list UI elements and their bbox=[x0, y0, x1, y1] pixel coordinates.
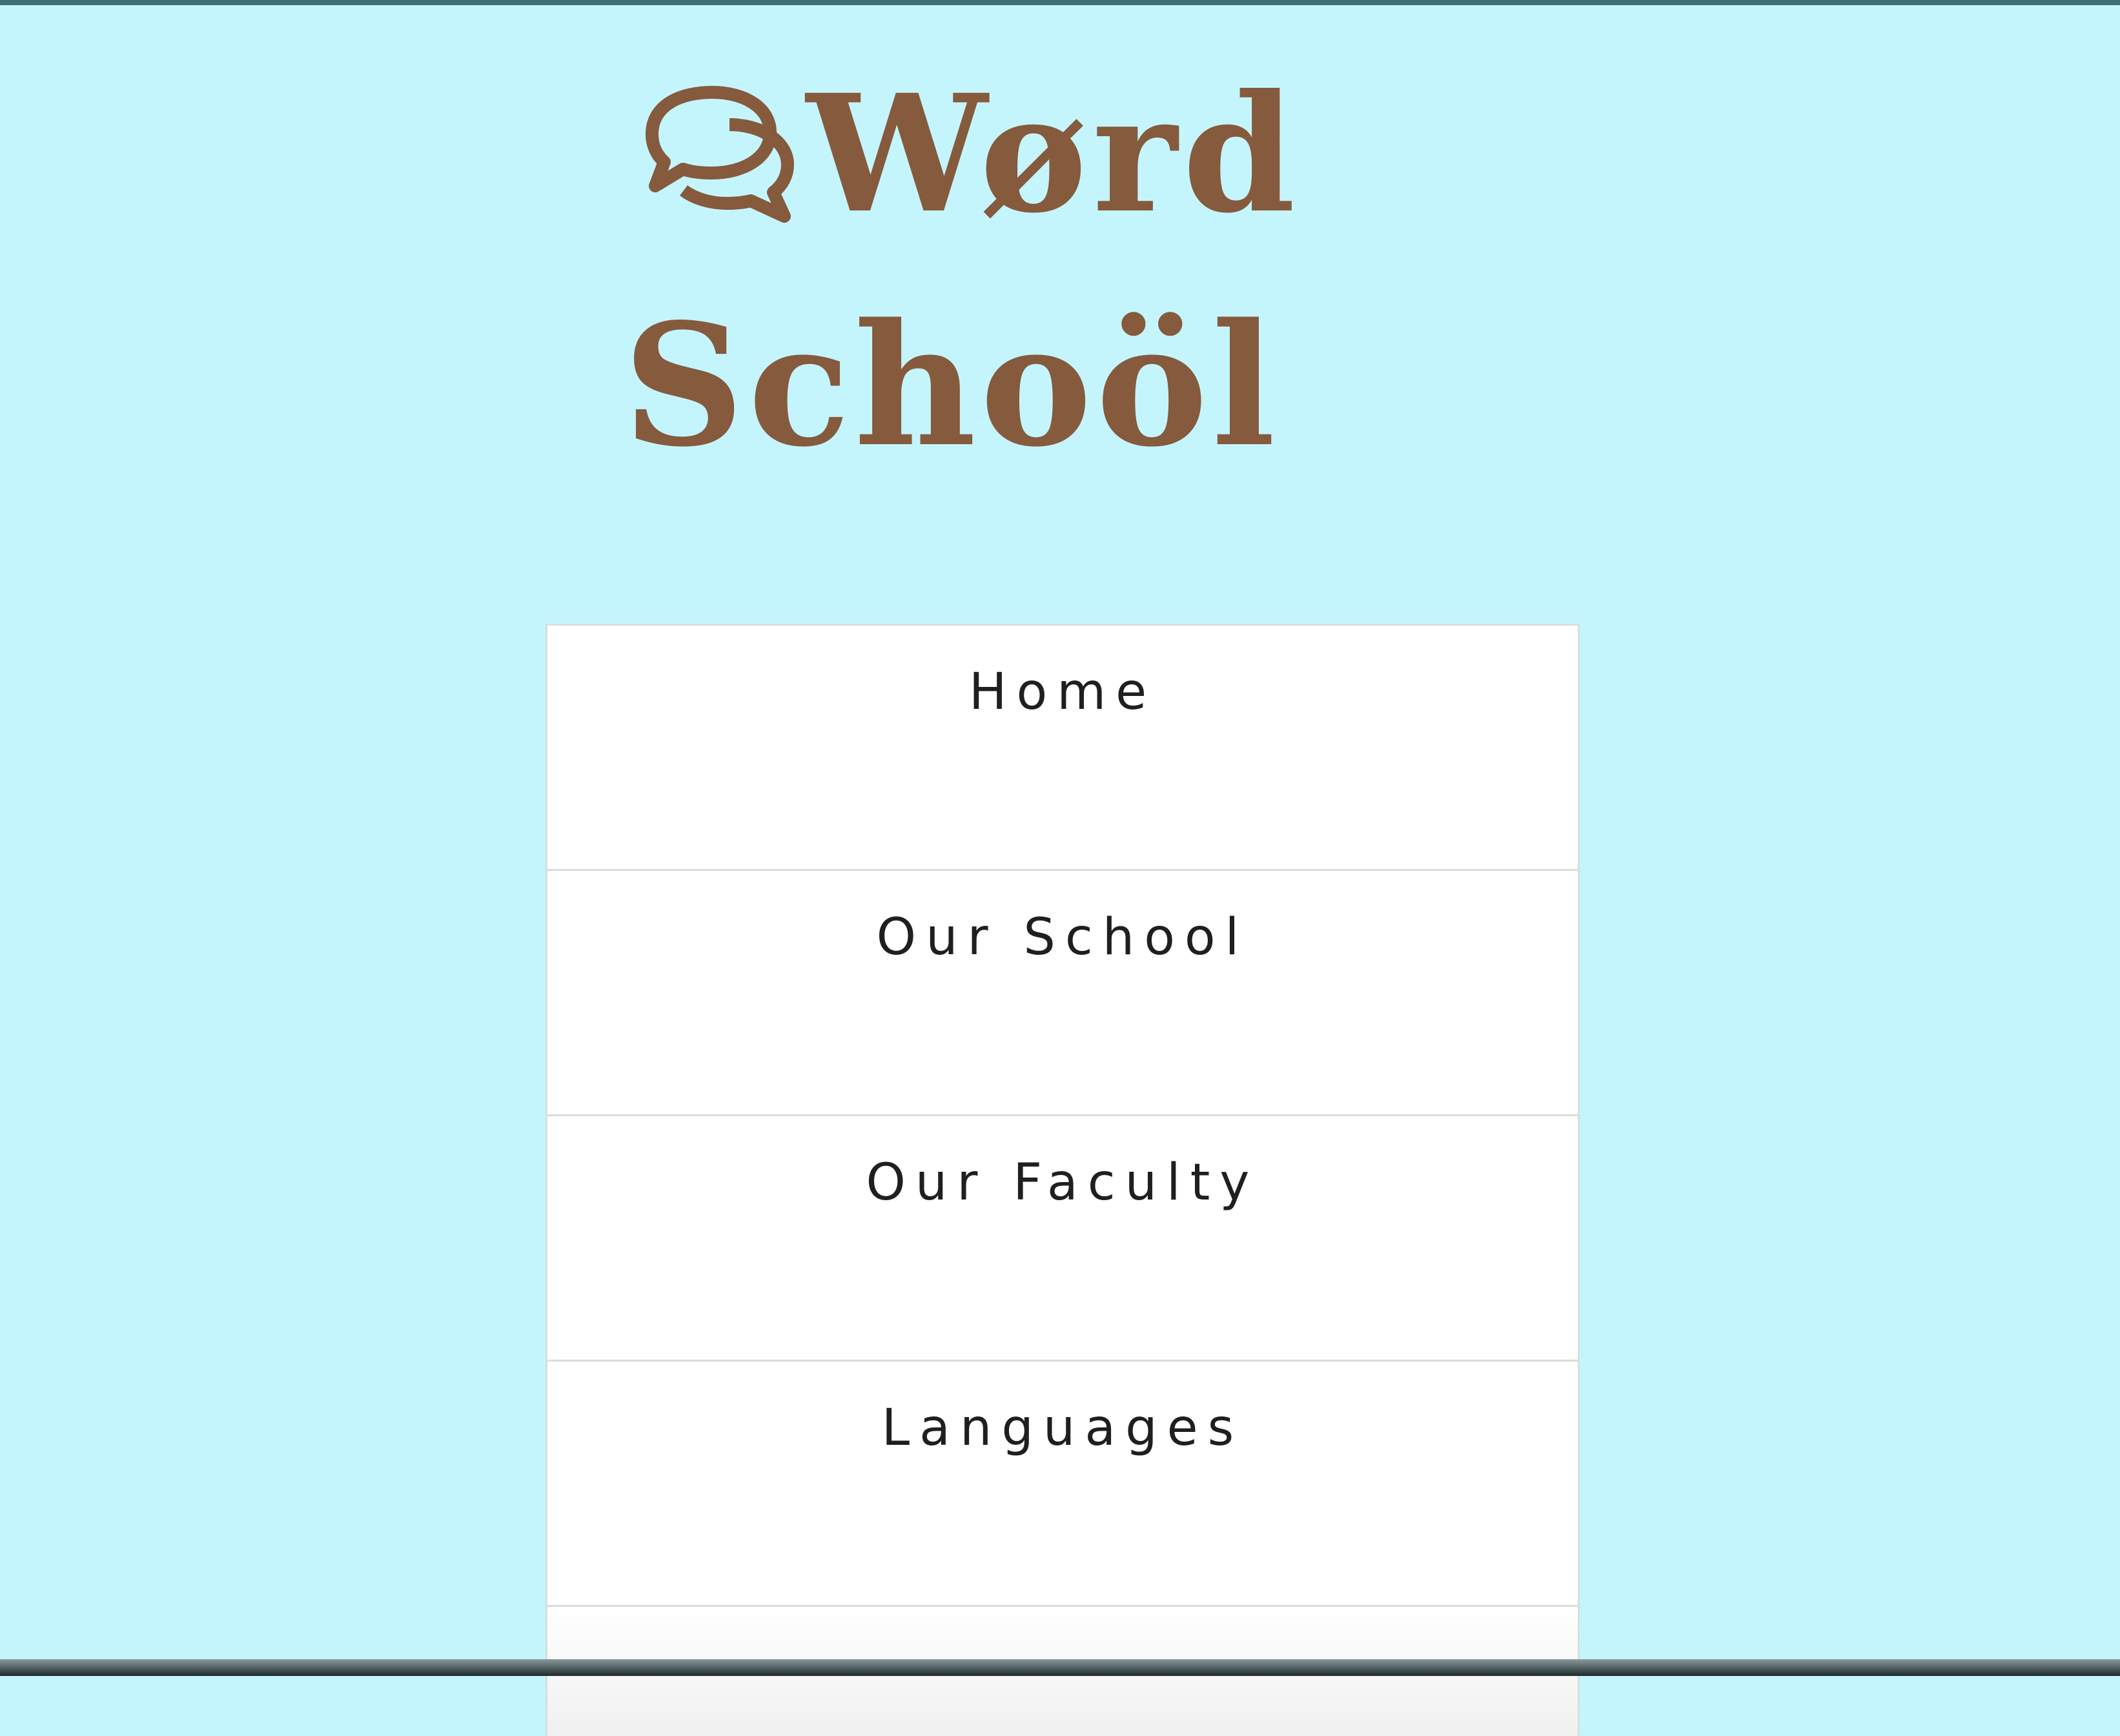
nav-item-label: Our Faculty bbox=[866, 1154, 1259, 1212]
window-top-border bbox=[0, 0, 2120, 5]
window-bottom-edge bbox=[0, 1659, 2120, 1676]
nav-item-our-faculty[interactable]: Our Faculty bbox=[547, 1116, 1578, 1362]
main-navigation: Home Our School Our Faculty Languages bbox=[545, 624, 1580, 1736]
nav-item-our-school[interactable]: Our School bbox=[547, 871, 1578, 1116]
logo-word-1: Wørd bbox=[806, 59, 1301, 249]
nav-item-label: Our School bbox=[876, 908, 1249, 966]
nav-item-label: Languages bbox=[881, 1399, 1244, 1457]
logo-word-2: Schoöl bbox=[623, 287, 1279, 484]
nav-item-label: Home bbox=[968, 663, 1157, 721]
logo-line-1: Wørd bbox=[623, 57, 1301, 250]
nav-item-languages[interactable]: Languages bbox=[547, 1362, 1578, 1607]
speech-bubbles-icon bbox=[646, 86, 794, 223]
page: Wørd Schoöl Home Our School Our Faculty … bbox=[0, 5, 2120, 1736]
nav-item-home[interactable]: Home bbox=[547, 626, 1578, 871]
